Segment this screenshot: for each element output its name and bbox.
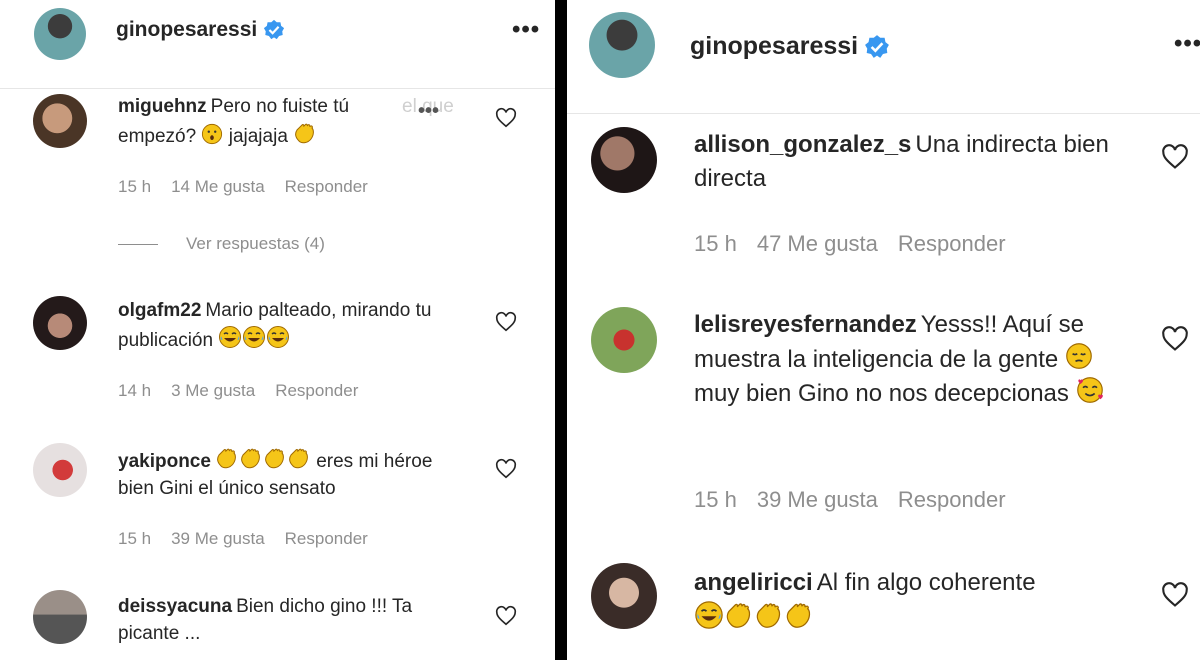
comment-text: olgafm22 Mario palteado, mirando tu publi…: [118, 300, 432, 351]
crying-laughing-emoji: [242, 325, 266, 349]
crying-laughing-emoji: [694, 600, 724, 630]
heart-icon[interactable]: [495, 107, 517, 129]
clapping-hands-emoji: [215, 446, 239, 470]
header-avatar[interactable]: [34, 8, 86, 60]
post-header: ginopesaressi •••: [567, 0, 1200, 114]
verified-badge-icon: [864, 34, 890, 60]
divider: [118, 244, 158, 246]
more-options-icon[interactable]: •••: [1174, 30, 1200, 58]
clapping-hands-emoji: [784, 600, 814, 630]
comment-username[interactable]: angeliricci: [694, 569, 813, 596]
comment-username[interactable]: yakiponce: [118, 451, 211, 472]
comment-meta: 15 h 39 Me gusta Responder: [694, 487, 1006, 512]
smiling-hearts-face-emoji: [1076, 376, 1104, 404]
clapping-hands-emoji: [287, 446, 311, 470]
heart-icon[interactable]: [1161, 325, 1189, 353]
comment-text: angeliricci Al fin algo coherente: [694, 566, 1134, 636]
heart-icon[interactable]: [1161, 581, 1189, 609]
heart-icon[interactable]: [1161, 143, 1189, 171]
header-username[interactable]: ginopesaressi: [116, 18, 285, 42]
comment-username[interactable]: olgafm22: [118, 300, 201, 321]
avatar[interactable]: [33, 296, 87, 350]
comment-username[interactable]: lelisreyesfernandez: [694, 311, 917, 338]
verified-badge-icon: [263, 19, 285, 41]
hushed-face-emoji: [201, 123, 223, 145]
avatar[interactable]: [33, 590, 87, 644]
crying-laughing-emoji: [266, 325, 290, 349]
post-header: ginopesaressi •••: [0, 0, 555, 89]
comment-meta: 15 h 14 Me gusta Responder: [118, 177, 368, 196]
clapping-hands-emoji: [239, 446, 263, 470]
comment-text: deissyacuna Bien dicho gino !!! Ta picant…: [118, 596, 413, 644]
comment-username[interactable]: miguehnz: [118, 96, 207, 117]
pensive-face-emoji: [1065, 342, 1093, 370]
clapping-hands-emoji: [754, 600, 784, 630]
comment-username[interactable]: deissyacuna: [118, 596, 232, 617]
more-options-icon[interactable]: •••: [512, 16, 540, 44]
avatar[interactable]: [33, 443, 87, 497]
crying-laughing-emoji: [218, 325, 242, 349]
comment-meta: 15 h 39 Me gusta Responder: [118, 529, 368, 548]
header-avatar[interactable]: [589, 12, 655, 78]
comments-panel-left: ginopesaressi ••• el que ••• miguehnz Per…: [0, 0, 555, 660]
clapping-hands-emoji: [293, 121, 317, 145]
comment-meta: 14 h3 Me gusta Responder: [118, 381, 359, 400]
comment-username[interactable]: allison_gonzalez_s: [694, 131, 911, 158]
header-username[interactable]: ginopesaressi: [690, 32, 890, 61]
clapping-hands-emoji: [263, 446, 287, 470]
avatar[interactable]: [591, 563, 657, 629]
comment-text: lelisreyesfernandez Yesss!! Aquí se muest…: [694, 308, 1134, 411]
clapping-hands-emoji: [724, 600, 754, 630]
comments-panel-right: ginopesaressi ••• allison_gonzalez_s Una …: [567, 0, 1200, 660]
comment-text: miguehnz Pero no fuiste tú empezó? jajaja…: [118, 96, 350, 147]
heart-icon[interactable]: [495, 458, 517, 480]
avatar[interactable]: [591, 307, 657, 373]
comment-meta: 15 h 47 Me gusta Responder: [694, 231, 1006, 256]
comment-text: yakiponce eres mi héroe bien Gini el úni…: [118, 446, 463, 502]
heart-icon[interactable]: [495, 311, 517, 333]
comment-text: allison_gonzalez_s Una indirecta bien dir…: [694, 131, 1109, 192]
view-replies-button[interactable]: Ver respuestas (4): [118, 234, 325, 254]
avatar[interactable]: [33, 94, 87, 148]
heart-icon[interactable]: [495, 605, 517, 627]
avatar[interactable]: [591, 127, 657, 193]
